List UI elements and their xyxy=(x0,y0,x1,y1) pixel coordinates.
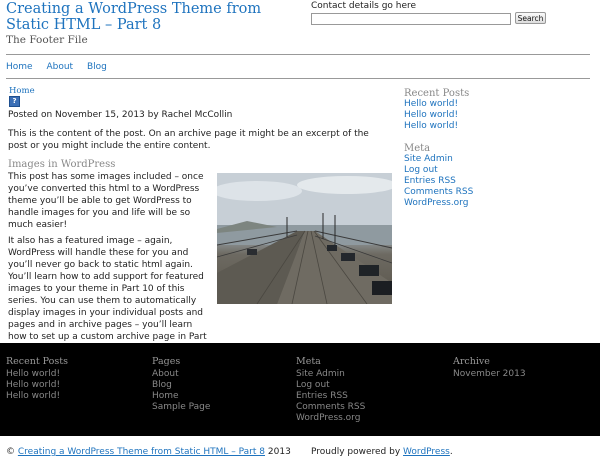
search-button[interactable]: Search xyxy=(515,12,546,24)
sidebar-meta-comments-rss[interactable]: Comments RSS xyxy=(404,187,473,197)
site-footer: Recent Posts Hello world! Hello world! H… xyxy=(0,343,600,436)
copyright-symbol: © xyxy=(6,447,15,457)
sidebar-meta-entries-rss[interactable]: Entries RSS xyxy=(404,176,456,186)
powered-by: Proudly powered by WordPress. xyxy=(311,447,453,457)
footer-pages: Pages About Blog Home Sample Page xyxy=(152,356,210,413)
section-heading: Images in WordPress xyxy=(8,159,116,170)
footer-link[interactable]: Blog xyxy=(152,380,210,391)
powered-by-suffix: . xyxy=(449,447,453,457)
site-tagline: The Footer File xyxy=(6,34,88,46)
sidebar-meta-wordpress-org[interactable]: WordPress.org xyxy=(404,198,468,208)
copyright-link[interactable]: Creating a WordPress Theme from Static H… xyxy=(18,447,265,457)
nav-item-home[interactable]: Home xyxy=(6,62,33,72)
footer-link[interactable]: Comments RSS xyxy=(296,402,365,413)
post-meta: Posted on November 15, 2013 by Rachel Mc… xyxy=(8,110,233,120)
footer-heading: Pages xyxy=(152,356,181,367)
footer-heading: Recent Posts xyxy=(6,356,68,367)
search-input[interactable] xyxy=(311,13,511,25)
copyright-year: 2013 xyxy=(267,447,291,457)
footer-link[interactable]: Hello world! xyxy=(6,380,68,391)
footer-recent-posts: Recent Posts Hello world! Hello world! H… xyxy=(6,356,68,402)
footer-link[interactable]: Hello world! xyxy=(6,369,68,380)
footer-link[interactable]: Hello world! xyxy=(6,391,68,402)
post-format-icon: ? xyxy=(9,96,20,107)
footer-link[interactable]: November 2013 xyxy=(453,369,526,380)
pier-photo xyxy=(217,173,392,304)
contact-details: Contact details go here xyxy=(311,1,417,11)
footer-link[interactable]: Sample Page xyxy=(152,402,210,413)
footer-heading: Archive xyxy=(453,356,490,367)
copyright: © Creating a WordPress Theme from Static… xyxy=(6,447,291,457)
footer-archive: Archive November 2013 xyxy=(453,356,526,380)
breadcrumb-home[interactable]: Home xyxy=(9,86,35,96)
nav-item-about[interactable]: About xyxy=(46,62,73,72)
sidebar-recent-post[interactable]: Hello world! xyxy=(404,99,458,109)
powered-by-prefix: Proudly powered by xyxy=(311,447,401,457)
footer-link[interactable]: Entries RSS xyxy=(296,391,365,402)
footer-meta: Meta Site Admin Log out Entries RSS Comm… xyxy=(296,356,365,424)
post-intro: This is the content of the post. On an a… xyxy=(8,129,369,151)
main-nav: Home About Blog xyxy=(6,62,118,72)
sidebar-recent-heading: Recent Posts xyxy=(404,88,470,99)
header-divider xyxy=(6,54,590,55)
sidebar-recent-post[interactable]: Hello world! xyxy=(404,121,458,131)
post-paragraph-1: This post has some images included – onc… xyxy=(8,172,204,230)
site-title[interactable]: Creating a WordPress Theme from Static H… xyxy=(6,1,306,33)
footer-link[interactable]: Home xyxy=(152,391,210,402)
nav-item-blog[interactable]: Blog xyxy=(87,62,107,72)
sidebar-meta-log-out[interactable]: Log out xyxy=(404,165,438,175)
footer-heading: Meta xyxy=(296,356,321,367)
footer-link[interactable]: WordPress.org xyxy=(296,413,365,424)
sidebar-meta-site-admin[interactable]: Site Admin xyxy=(404,154,453,164)
footer-link[interactable]: Site Admin xyxy=(296,369,365,380)
post-paragraph-2: It also has a featured image – again, Wo… xyxy=(8,236,207,354)
sidebar-recent-post[interactable]: Hello world! xyxy=(404,110,458,120)
footer-link[interactable]: About xyxy=(152,369,210,380)
wordpress-link[interactable]: WordPress xyxy=(403,447,450,457)
nav-divider xyxy=(6,78,590,79)
footer-link[interactable]: Log out xyxy=(296,380,365,391)
sidebar-meta-heading: Meta xyxy=(404,143,431,154)
